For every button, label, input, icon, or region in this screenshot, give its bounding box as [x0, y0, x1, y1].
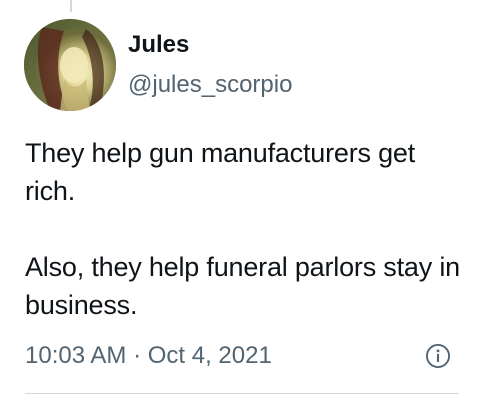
tweet-text: They help gun manufacturers get rich. Al… — [25, 138, 460, 320]
display-name[interactable]: Jules — [128, 30, 189, 60]
user-handle[interactable]: @jules_scorpio — [128, 70, 292, 100]
thread-connector-line — [70, 0, 72, 12]
tweet-timestamp[interactable]: 10:03 AM · Oct 4, 2021 — [25, 340, 272, 372]
avatar[interactable] — [24, 19, 116, 111]
info-circle-icon[interactable] — [424, 342, 452, 370]
avatar-image — [24, 19, 116, 111]
divider — [25, 393, 459, 394]
